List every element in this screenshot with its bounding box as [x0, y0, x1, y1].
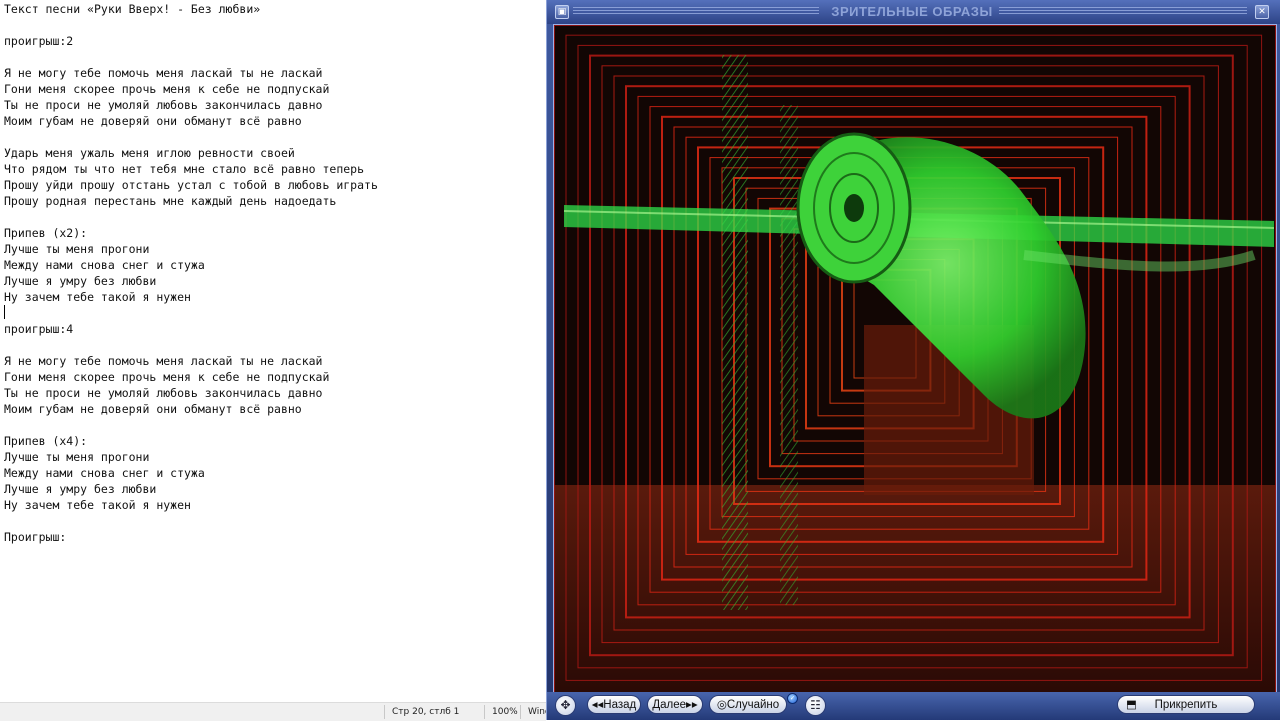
status-bar: Стр 20, стлб 1 100% Wind: [0, 702, 551, 721]
editor-line: Лучше я умру без любви: [4, 274, 157, 288]
editor-line: Текст песни «Руки Вверх! - Без любви»: [4, 2, 261, 16]
pin-button[interactable]: ⬒ Прикрепить: [1117, 695, 1255, 714]
visualization-image: [554, 25, 1276, 693]
status-separator: [520, 705, 521, 719]
editor-line: Между нами снова снег и стужа: [4, 258, 205, 272]
editor-line: Моим губам не доверяй они обманут всё ра…: [4, 402, 302, 416]
visualizer-titlebar[interactable]: ▣ ЗРИТЕЛЬНЫЕ ОБРАЗЫ ✕: [547, 0, 1280, 24]
editor-text[interactable]: Текст песни «Руки Вверх! - Без любви» про…: [4, 1, 378, 545]
editor-line: Я не могу тебе помочь меня ласкай ты не …: [4, 354, 323, 368]
pin-label: Прикрепить: [1154, 699, 1218, 711]
editor-line: Между нами снова снег и стужа: [4, 466, 205, 480]
editor-line: Припев (x2):: [4, 226, 88, 240]
visualizer-title: ЗРИТЕЛЬНЫЕ ОБРАЗЫ: [831, 4, 993, 19]
editor-line: Ну зачем тебе такой я нужен: [4, 290, 191, 304]
editor-line: Гони меня скорее прочь меня к себе не по…: [4, 82, 330, 96]
text-caret: [4, 305, 5, 319]
cursor-position: Стр 20, стлб 1: [392, 707, 460, 717]
info-badge-icon[interactable]: ✓: [787, 693, 798, 704]
editor-line: проигрыш:2: [4, 34, 74, 48]
editor-line: Ударь меня ужаль меня иглою ревности сво…: [4, 146, 295, 160]
status-separator: [384, 705, 385, 719]
editor-line: Проигрыш:: [4, 530, 67, 544]
random-button[interactable]: ◎Случайно: [709, 695, 787, 714]
editor-line: проигрыш:4: [4, 322, 74, 336]
text-editor[interactable]: Текст песни «Руки Вверх! - Без любви» про…: [0, 0, 546, 702]
editor-line: Ты не проси не умоляй любовь закончилась…: [4, 98, 323, 112]
editor-line: Прошу родная перестань мне каждый день н…: [4, 194, 337, 208]
editor-line: Ну зачем тебе такой я нужен: [4, 498, 191, 512]
visualization-canvas: [553, 24, 1277, 694]
close-icon[interactable]: ✕: [1255, 5, 1269, 19]
editor-line: Лучше ты меня прогони: [4, 450, 150, 464]
next-button[interactable]: Далее▸▸: [647, 695, 703, 714]
back-button[interactable]: ◂◂Назад: [587, 695, 641, 714]
editor-line: Лучше я умру без любви: [4, 482, 157, 496]
editor-line: Что рядом ты что нет тебя мне стало всё …: [4, 162, 365, 176]
editor-line: Я не могу тебе помочь меня ласкай ты не …: [4, 66, 323, 80]
pin-icon: ⬒: [1126, 699, 1137, 711]
visualizer-controls: ✥ ◂◂Назад Далее▸▸ ◎Случайно ✓ ☷ ⬒ Прикреп…: [547, 692, 1280, 720]
random-icon: ◎: [716, 699, 727, 711]
editor-line: Прошу уйди прошу отстань устал с тобой в…: [4, 178, 378, 192]
move-icon[interactable]: ✥: [555, 695, 576, 716]
editor-line: Припев (x4):: [4, 434, 88, 448]
random-label: Случайно: [726, 699, 780, 711]
status-separator: [484, 705, 485, 719]
editor-line: Гони меня скорее прочь меня к себе не по…: [4, 370, 330, 384]
visualization-list-icon[interactable]: ☷: [805, 695, 826, 716]
editor-line: Моим губам не доверяй они обманут всё ра…: [4, 114, 302, 128]
zoom-level: 100%: [492, 707, 518, 717]
editor-line: Ты не проси не умоляй любовь закончилась…: [4, 386, 323, 400]
editor-line: Лучше ты меня прогони: [4, 242, 150, 256]
visualizer-window: ▣ ЗРИТЕЛЬНЫЕ ОБРАЗЫ ✕ ✥ ◂◂Назад Далее▸▸ …: [546, 0, 1280, 720]
